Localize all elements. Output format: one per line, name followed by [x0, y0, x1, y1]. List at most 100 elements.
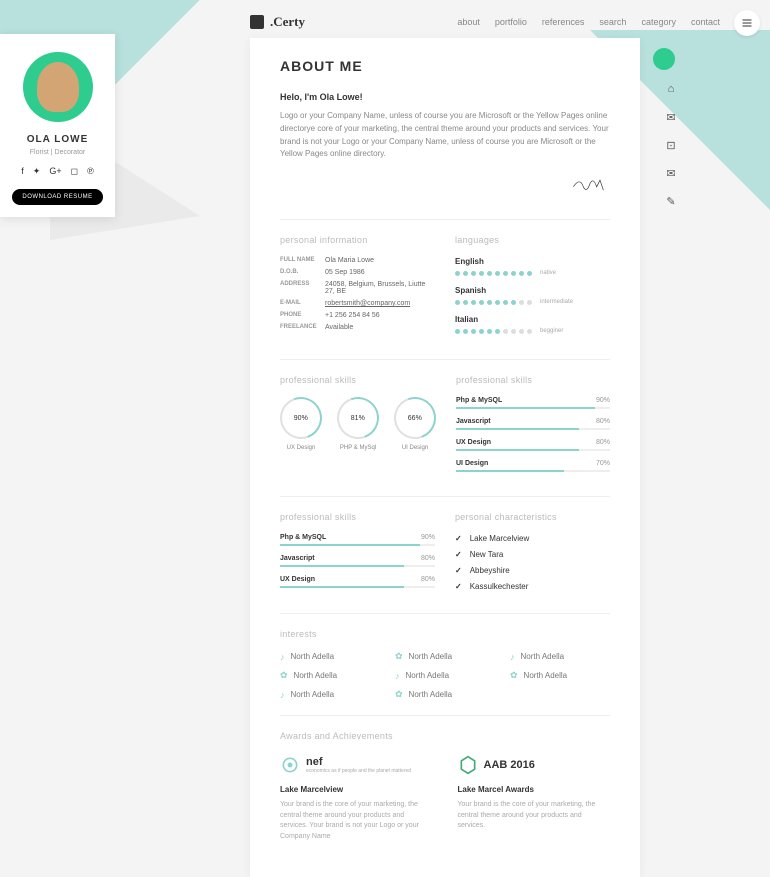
bar-name: UX Design: [280, 576, 315, 583]
language-name: English: [455, 257, 610, 266]
nav-references[interactable]: references: [542, 17, 585, 27]
level-dot: [495, 329, 500, 334]
signature: [280, 171, 610, 199]
circle-label: PHP & MySql: [337, 445, 379, 451]
level-dot: [455, 271, 460, 276]
level-dot: [503, 271, 508, 276]
characteristic-item: Kassulkechester: [455, 582, 610, 591]
award-description: Your brand is the core of your marketing…: [280, 800, 433, 842]
level-dot: [527, 271, 532, 276]
level-dot: [511, 329, 516, 334]
section-title-awards: Awards and Achievements: [280, 731, 610, 741]
level-dot: [479, 329, 484, 334]
bar-value: 80%: [421, 555, 435, 562]
interest-text: North Adella: [406, 671, 450, 680]
circle-label: UX Design: [280, 445, 322, 451]
profile-sidebar: OLA LOWE Florist | Decorator f ✦ G+ ◻ ℗ …: [0, 34, 115, 217]
level-dot: [519, 271, 524, 276]
level-dot: [495, 300, 500, 305]
bar-skill: Javascript 80%: [280, 555, 435, 567]
pinterest-icon[interactable]: ℗: [87, 166, 94, 177]
bar-skill: Php & MySQL90%: [456, 397, 610, 409]
bar-value: 80%: [596, 418, 610, 425]
facebook-icon[interactable]: f: [21, 166, 24, 177]
award-logo-subtitle: economics as if people and the planet ma…: [306, 768, 411, 774]
award-title: Lake Marcelview: [280, 785, 433, 794]
chat-icon[interactable]: ⊡: [664, 139, 678, 153]
mail-icon[interactable]: ✉: [664, 111, 678, 125]
nav-search[interactable]: search: [599, 17, 626, 27]
bar-value: 80%: [596, 439, 610, 446]
value-email[interactable]: robertsmith@company.com: [325, 300, 435, 307]
menu-button[interactable]: [734, 10, 760, 36]
envelope-icon[interactable]: ✉: [664, 167, 678, 181]
circle-skill: 90% UX Design: [280, 397, 322, 451]
characteristic-item: Lake Marcelview: [455, 534, 610, 543]
level-dot: [487, 329, 492, 334]
language-name: Spanish: [455, 286, 610, 295]
interest-text: North Adella: [409, 690, 453, 699]
level-dot: [463, 329, 468, 334]
bar-skill: Javascript80%: [456, 418, 610, 430]
nav-about[interactable]: about: [457, 17, 480, 27]
level-dot: [511, 271, 516, 276]
award-description: Your brand is the core of your marketing…: [458, 800, 611, 832]
hamburger-icon: [741, 17, 753, 29]
nav-portfolio[interactable]: portfolio: [495, 17, 527, 27]
interest-text: North Adella: [294, 671, 338, 680]
nav-contact[interactable]: contact: [691, 17, 720, 27]
bar-skill: UX Design80%: [456, 439, 610, 451]
nav-category[interactable]: category: [641, 17, 676, 27]
interest-text: North Adella: [291, 690, 335, 699]
award-item: nefeconomics as if people and the planet…: [280, 753, 433, 842]
twitter-icon[interactable]: ✦: [33, 166, 41, 177]
circle-label: UI Design: [394, 445, 436, 451]
language-name: Italian: [455, 315, 610, 324]
label-freelance: FREELANCE: [280, 324, 325, 331]
section-title-characteristics: personal characteristics: [455, 512, 610, 522]
circle-value: 81%: [351, 415, 365, 422]
mini-avatar[interactable]: [653, 48, 675, 70]
brand-name: .Certy: [270, 14, 305, 30]
avatar: [23, 52, 93, 122]
briefcase-icon[interactable]: ⌂: [664, 83, 678, 97]
feather-icon[interactable]: ✎: [664, 195, 678, 209]
level-dot: [455, 329, 460, 334]
logo[interactable]: .Certy: [250, 14, 305, 30]
circle-skill: 66%UI Design: [394, 397, 436, 451]
award-logo-text: AAB 2016: [484, 759, 535, 771]
bar-value: 70%: [596, 460, 610, 467]
section-title-skills-circles: professional skills: [280, 375, 436, 385]
section-title-personal-info: personal information: [280, 235, 435, 245]
download-resume-button[interactable]: DOWNLOAD RESUME: [12, 189, 102, 205]
level-dot: [463, 271, 468, 276]
interest-item: North Adella: [280, 670, 380, 681]
section-title-skills-bars-right: professional skills: [456, 375, 610, 385]
greeting: Helo, I'm Ola Lowe!: [280, 92, 610, 102]
value-fullname: Ola Maria Lowe: [325, 257, 435, 264]
value-freelance: Available: [325, 324, 435, 331]
interest-item: North Adella: [395, 651, 495, 662]
award-title: Lake Marcel Awards: [458, 785, 611, 794]
circle-skill: 81% PHP & MySql: [337, 397, 379, 451]
main-content: ⌂ ✉ ⊡ ✉ ✎ ABOUT ME Helo, I'm Ola Lowe! L…: [250, 38, 640, 877]
bar-name: Javascript: [280, 555, 315, 562]
level-dot: [471, 300, 476, 305]
characteristic-item: New Tara: [455, 550, 610, 559]
level-dot: [455, 300, 460, 305]
interest-item: North Adella: [280, 651, 380, 662]
googleplus-icon[interactable]: G+: [49, 166, 61, 177]
label-dob: D.O.B.: [280, 269, 325, 276]
main-nav: about portfolio references search catego…: [457, 17, 720, 27]
level-dot: [519, 329, 524, 334]
interest-text: North Adella: [524, 671, 568, 680]
value-dob: 05 Sep 1986: [325, 269, 435, 276]
instagram-icon[interactable]: ◻: [71, 166, 78, 177]
circle-value: 90%: [294, 415, 308, 422]
level-dot: [487, 271, 492, 276]
header: .Certy about portfolio references search…: [250, 10, 720, 34]
level-dot: [527, 329, 532, 334]
bar-skill: UX Design80%: [280, 576, 435, 588]
profile-role: Florist | Decorator: [8, 149, 107, 156]
level-dot: [487, 300, 492, 305]
